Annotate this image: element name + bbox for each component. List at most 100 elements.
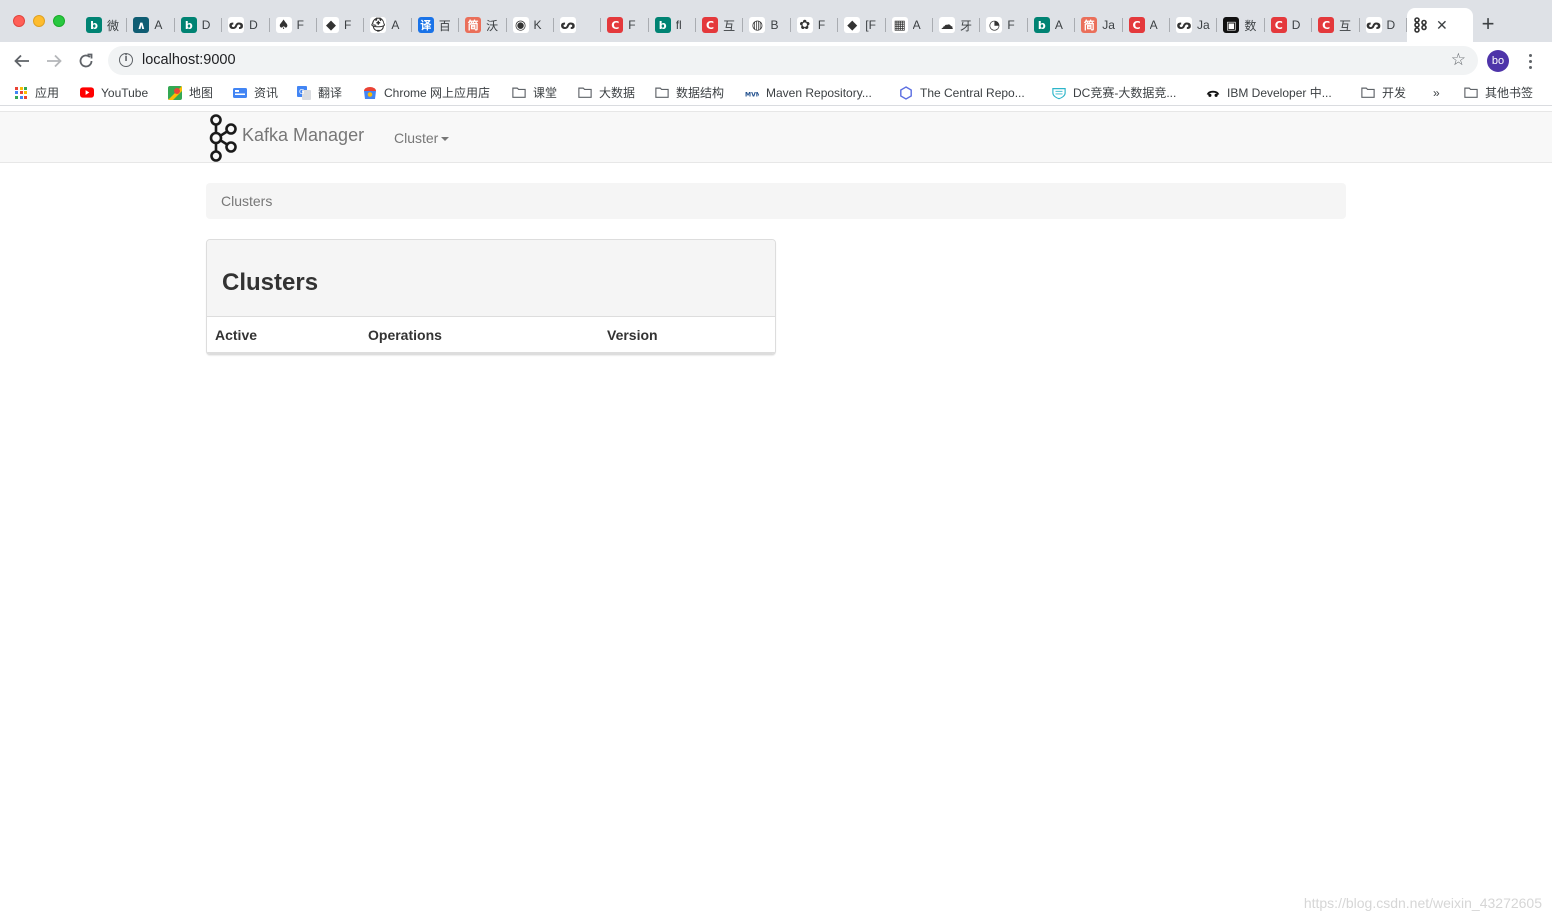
youtube-icon	[80, 86, 94, 100]
browser-tab[interactable]: CA	[1123, 8, 1171, 42]
bookmark-label: IBM Developer 中...	[1227, 86, 1332, 100]
bookmark-star-icon[interactable]: ☆	[1451, 50, 1466, 70]
browser-tab[interactable]: ◆ F	[317, 8, 365, 42]
other-bookmarks-folder[interactable]: 其他书签	[1464, 84, 1533, 101]
browser-tab[interactable]: ▣ 数	[1217, 8, 1266, 42]
bird-icon: ᔕ	[1365, 17, 1382, 33]
bookmarks-overflow-button[interactable]: »	[1433, 84, 1440, 101]
csdn-icon: C	[702, 17, 719, 33]
cluster-dropdown[interactable]: Cluster	[394, 130, 450, 146]
zoom-window-button[interactable]	[53, 15, 65, 27]
browser-tab[interactable]: C互	[1312, 8, 1360, 42]
kafka-logo-icon[interactable]	[206, 113, 238, 163]
browser-tab[interactable]: ◉ K	[507, 8, 555, 42]
browser-tab[interactable]: ⛑ A	[364, 8, 413, 42]
browser-tab[interactable]: ᔕ	[554, 8, 602, 42]
bars-icon: ▦	[891, 17, 908, 33]
bookmark-label: Maven Repository...	[766, 85, 872, 100]
browser-tab[interactable]: ✿ F	[791, 8, 839, 42]
cloud-icon: ☁	[939, 17, 956, 33]
spade-icon: ♠	[275, 17, 292, 33]
browser-tab[interactable]: bA	[1028, 8, 1076, 42]
browser-tab[interactable]: ∧ A	[127, 8, 176, 42]
browser-tab[interactable]: ◆ [F	[838, 8, 887, 42]
close-tab-icon[interactable]: ✕	[1436, 17, 1448, 34]
bookmark-item[interactable]: 数据结构	[655, 84, 724, 101]
bookmark-item[interactable]: DC竞赛-大数据竞...	[1052, 84, 1176, 101]
news-icon	[233, 86, 247, 100]
browser-tab[interactable]: b微	[80, 8, 128, 42]
bookmark-item[interactable]: YouTube	[80, 84, 148, 101]
csdn-icon: C	[607, 17, 624, 33]
bookmark-label: 课堂	[533, 86, 558, 100]
bookmark-item[interactable]: 大数据	[578, 84, 635, 101]
clusters-panel: Clusters Active Operations Version	[206, 239, 776, 355]
bookmark-item[interactable]: IBM Developer 中...	[1206, 84, 1332, 101]
browser-tab[interactable]: CF	[601, 8, 650, 42]
brand-name[interactable]: Kafka Manager	[242, 125, 364, 146]
tab-title: F	[343, 18, 352, 32]
browser-tab[interactable]: 简沃	[459, 8, 507, 42]
watermark: https://blog.csdn.net/weixin_43272605	[1303, 895, 1542, 911]
tab-title: F	[628, 18, 636, 32]
tab-title: 沃	[486, 18, 499, 33]
bookmark-item[interactable]: MVN Maven Repository...	[745, 84, 872, 101]
forward-button[interactable]	[43, 50, 65, 72]
browser-menu-icon[interactable]	[1522, 50, 1538, 72]
bookmark-label: 地图	[189, 86, 214, 100]
browser-tab[interactable]: bD	[175, 8, 223, 42]
browser-tab[interactable]: 简 Ja	[1075, 8, 1123, 42]
bookmark-item[interactable]: 应用	[14, 84, 59, 101]
svg-text:G: G	[299, 88, 304, 96]
browser-tab[interactable]: b fl	[649, 8, 697, 42]
browser-tab[interactable]: ☁ 牙	[933, 8, 981, 42]
browser-tab[interactable]: ◔ F	[980, 8, 1029, 42]
tab-title: 数	[1244, 18, 1257, 33]
panel-heading: Clusters	[207, 240, 775, 317]
site-info-icon[interactable]: i	[119, 53, 133, 67]
tab-title: D	[201, 18, 211, 32]
browser-tab[interactable]: ♠ F	[270, 8, 318, 42]
reload-icon	[79, 53, 93, 68]
diamond-icon: ◆	[844, 17, 861, 33]
tab-title: fl	[675, 18, 682, 32]
active-browser-tab[interactable]: ✕	[1406, 8, 1473, 42]
tab-title: B	[770, 18, 779, 32]
hexagon-icon	[899, 85, 913, 100]
bookmark-label: 数据结构	[676, 86, 725, 100]
browser-tab[interactable]: CD	[1265, 8, 1313, 42]
bookmark-item[interactable]: The Central Repo...	[899, 84, 1025, 101]
new-tab-button[interactable]: +	[1477, 13, 1499, 35]
browser-tab[interactable]: ᔕD	[222, 8, 270, 42]
bookmark-item[interactable]: 课堂	[512, 84, 557, 101]
profile-avatar[interactable]: bo	[1487, 50, 1509, 72]
bookmark-label: 开发	[1382, 86, 1407, 100]
close-window-button[interactable]	[13, 15, 25, 27]
reload-button[interactable]	[75, 50, 97, 72]
browser-tab[interactable]: ᔕ Ja	[1170, 8, 1218, 42]
browser-tab[interactable]: ▦ A	[886, 8, 934, 42]
arrow-right-icon	[47, 54, 62, 68]
address-bar[interactable]: i localhost:9000 ☆	[108, 46, 1478, 75]
tab-title: A	[391, 18, 400, 32]
folder-icon	[512, 86, 526, 100]
browser-tab[interactable]: C互	[696, 8, 744, 42]
bookmark-label: The Central Repo...	[920, 85, 1025, 100]
tab-title: F	[296, 18, 304, 32]
minimize-window-button[interactable]	[33, 15, 45, 27]
bookmark-item[interactable]: 开发	[1361, 84, 1406, 101]
panel-title: Clusters	[222, 269, 319, 296]
bookmark-item[interactable]: 地图	[168, 84, 213, 101]
browser-tab[interactable]: ᔕD	[1360, 8, 1408, 42]
tab-title: Ja	[1196, 18, 1210, 32]
back-button[interactable]	[11, 50, 33, 72]
browser-tab[interactable]: ◍ B	[743, 8, 792, 42]
breadcrumb: Clusters	[206, 183, 1346, 219]
browser-tab[interactable]: 译百	[412, 8, 460, 42]
bookmark-item[interactable]: 资讯	[233, 84, 278, 101]
apps-grid-icon	[14, 86, 28, 100]
bookmark-label: Chrome 网上应用店	[384, 86, 491, 100]
bookmark-item[interactable]: G 翻译	[297, 84, 342, 101]
bookmark-label: 大数据	[599, 86, 636, 100]
bookmark-item[interactable]: Chrome 网上应用店	[363, 84, 490, 101]
